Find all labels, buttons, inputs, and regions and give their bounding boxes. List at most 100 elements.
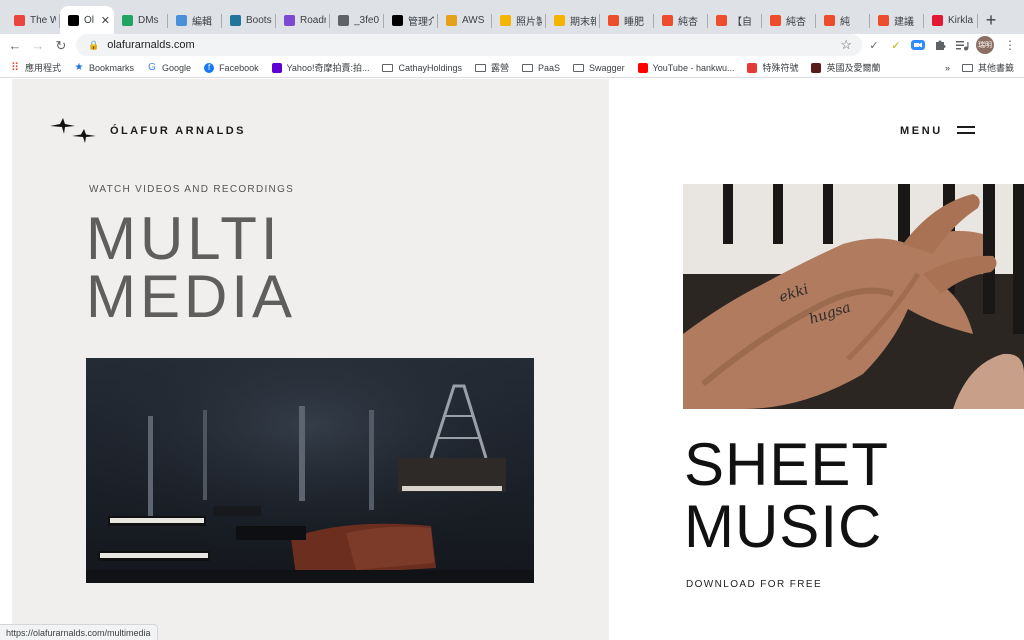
wix-icon <box>392 14 403 26</box>
new-tab-button[interactable]: + <box>978 6 1004 34</box>
stage-instruments-illustration <box>86 358 534 583</box>
hand-on-piano-illustration: ekki hugsa <box>683 184 1024 409</box>
bookmark-item[interactable]: PaaS <box>522 63 560 73</box>
browser-tab[interactable]: 純杏 <box>654 6 708 34</box>
reload-icon[interactable]: ↻ <box>50 38 72 54</box>
bookmark-label: Google <box>162 62 192 73</box>
forward-arrow-icon[interactable]: → <box>27 38 49 53</box>
folder-icon <box>382 63 394 72</box>
browser-tab[interactable]: 管理介 <box>384 6 438 34</box>
browser-tab[interactable]: Boots <box>222 6 276 34</box>
site-icon <box>176 14 187 26</box>
multimedia-title-line2: MEDIA <box>86 263 297 330</box>
browser-tab[interactable]: 睡肥 <box>600 6 654 34</box>
close-tab-icon[interactable]: ✕ <box>101 14 110 27</box>
browser-tab[interactable]: DMs <box>114 6 168 34</box>
browser-tab[interactable]: 照片製 <box>492 6 546 34</box>
browser-tab[interactable]: 【自 <box>708 6 762 34</box>
bookmark-label: Bookmarks <box>89 62 135 73</box>
multimedia-subtitle[interactable]: WATCH VIDEOS AND RECORDINGS <box>89 184 294 195</box>
folder-icon <box>961 63 973 72</box>
bookmark-item[interactable]: CathayHoldings <box>382 63 462 73</box>
shopee-icon <box>824 14 835 26</box>
shopee-icon <box>662 14 673 26</box>
tab-title: 睡肥 <box>624 16 644 28</box>
browser-tab[interactable]: 純杏 <box>762 6 816 34</box>
media-control-icon[interactable] <box>954 37 970 53</box>
multimedia-title-line1: MULTI <box>86 205 282 272</box>
bookmark-label: Yahoo!奇摩拍賣:拍... <box>286 63 370 73</box>
sheet-music-title[interactable]: SHEET MUSIC <box>684 434 889 558</box>
bookmark-item[interactable]: ★ Bookmarks <box>74 62 135 73</box>
bookmark-item[interactable]: 特殊符號 <box>747 61 798 74</box>
tab-title: Boots <box>246 14 272 26</box>
aws-icon <box>446 14 457 26</box>
bookmark-item[interactable]: f Facebook <box>204 62 259 73</box>
hamburger-menu-icon[interactable] <box>957 126 975 135</box>
tab-title: 編輯 <box>192 16 212 28</box>
bookmark-item[interactable]: Swagger <box>573 63 625 73</box>
site-logo[interactable] <box>50 116 100 148</box>
bookmark-item[interactable]: Yahoo!奇摩拍賣:拍... <box>271 61 370 74</box>
puzzle-extensions-icon[interactable] <box>932 37 948 53</box>
shopee-icon <box>608 14 619 26</box>
globe-icon <box>338 14 349 26</box>
bookmark-item[interactable]: ⠿ 應用程式 <box>10 61 61 74</box>
browser-tab[interactable]: 編輯 <box>168 6 222 34</box>
sheet-music-title-line2: MUSIC <box>684 493 883 560</box>
bookmark-label: CathayHoldings <box>398 62 462 73</box>
tab-title: Roadr <box>300 14 326 26</box>
tab-title: Ól <box>84 14 94 26</box>
site-logo-text[interactable]: ÓLAFUR ARNALDS <box>110 125 246 137</box>
page-content: ÓLAFUR ARNALDS MENU WATCH VIDEOS AND REC… <box>0 79 1024 640</box>
bookmarks-overflow: » 其他書籤 <box>945 61 1014 74</box>
address-bar[interactable]: 🔒 olafurarnalds.com ☆ <box>76 34 862 56</box>
bookmark-item[interactable]: YouTube - hankwu... <box>637 62 735 73</box>
bookmark-item[interactable]: G Google <box>147 62 192 73</box>
browser-tab[interactable]: _3fe0 <box>330 6 384 34</box>
browser-tab[interactable]: 期末報 <box>546 6 600 34</box>
slides-icon <box>554 14 565 26</box>
tab-title: 純杏 <box>678 16 698 28</box>
browser-tab[interactable]: Roadr <box>276 6 330 34</box>
shopee-icon <box>716 14 727 26</box>
browser-tab[interactable]: The W <box>6 6 60 34</box>
check-extension-icon[interactable]: ✓ <box>866 37 882 53</box>
browser-tab[interactable]: AWS <box>438 6 492 34</box>
tab-title: 管理介 <box>408 16 434 28</box>
menu-button[interactable]: MENU <box>900 125 943 137</box>
bookmark-label: PaaS <box>538 62 561 73</box>
tab-title: DMs <box>138 14 159 26</box>
other-bookmarks-folder[interactable]: 其他書籤 <box>978 61 1014 74</box>
browser-tab[interactable]: 純 <box>816 6 870 34</box>
multimedia-stage-photo[interactable] <box>86 358 534 583</box>
star-icon: ★ <box>74 62 84 73</box>
tab-title: Kirkla <box>948 14 974 26</box>
sheet-music-subtitle[interactable]: DOWNLOAD FOR FREE <box>686 579 822 590</box>
browser-tab[interactable]: Kirkla <box>924 6 978 34</box>
lf-icon <box>14 14 25 26</box>
zoom-extension-icon[interactable] <box>910 37 926 53</box>
tab-title: 【自 <box>732 16 752 28</box>
feather-extension-icon[interactable]: ✓ <box>888 37 904 53</box>
sheet-music-hand-photo[interactable]: ekki hugsa <box>683 184 1024 409</box>
bookmark-item[interactable]: 露營 <box>475 61 509 74</box>
profile-avatar[interactable]: 瑞明 <box>976 36 994 54</box>
bookmark-label: 英國及愛爾蘭 <box>826 63 881 73</box>
tab-title: 純杏 <box>786 16 806 28</box>
url-text: olafurarnalds.com <box>107 39 195 51</box>
more-bookmarks-chevron-icon[interactable]: » <box>945 63 950 73</box>
link-status-bar: https://olafurarnalds.com/multimedia <box>0 624 158 640</box>
yahoo-icon <box>271 62 282 73</box>
kebab-menu-icon[interactable]: ⋮ <box>1002 37 1018 53</box>
drive-icon <box>122 14 133 26</box>
bookmark-item[interactable]: 英國及愛爾蘭 <box>811 61 881 74</box>
browser-tab[interactable]: 建議 <box>870 6 924 34</box>
bookmark-label: YouTube - hankwu... <box>652 62 735 73</box>
lock-icon[interactable]: 🔒 <box>88 40 99 51</box>
bookmark-star-icon[interactable]: ☆ <box>840 37 852 53</box>
back-arrow-icon[interactable]: ← <box>4 38 26 53</box>
multimedia-title[interactable]: MULTI MEDIA <box>86 205 297 330</box>
browser-tab[interactable]: Ól ✕ <box>60 6 114 34</box>
bookmark-label: Facebook <box>219 62 259 73</box>
